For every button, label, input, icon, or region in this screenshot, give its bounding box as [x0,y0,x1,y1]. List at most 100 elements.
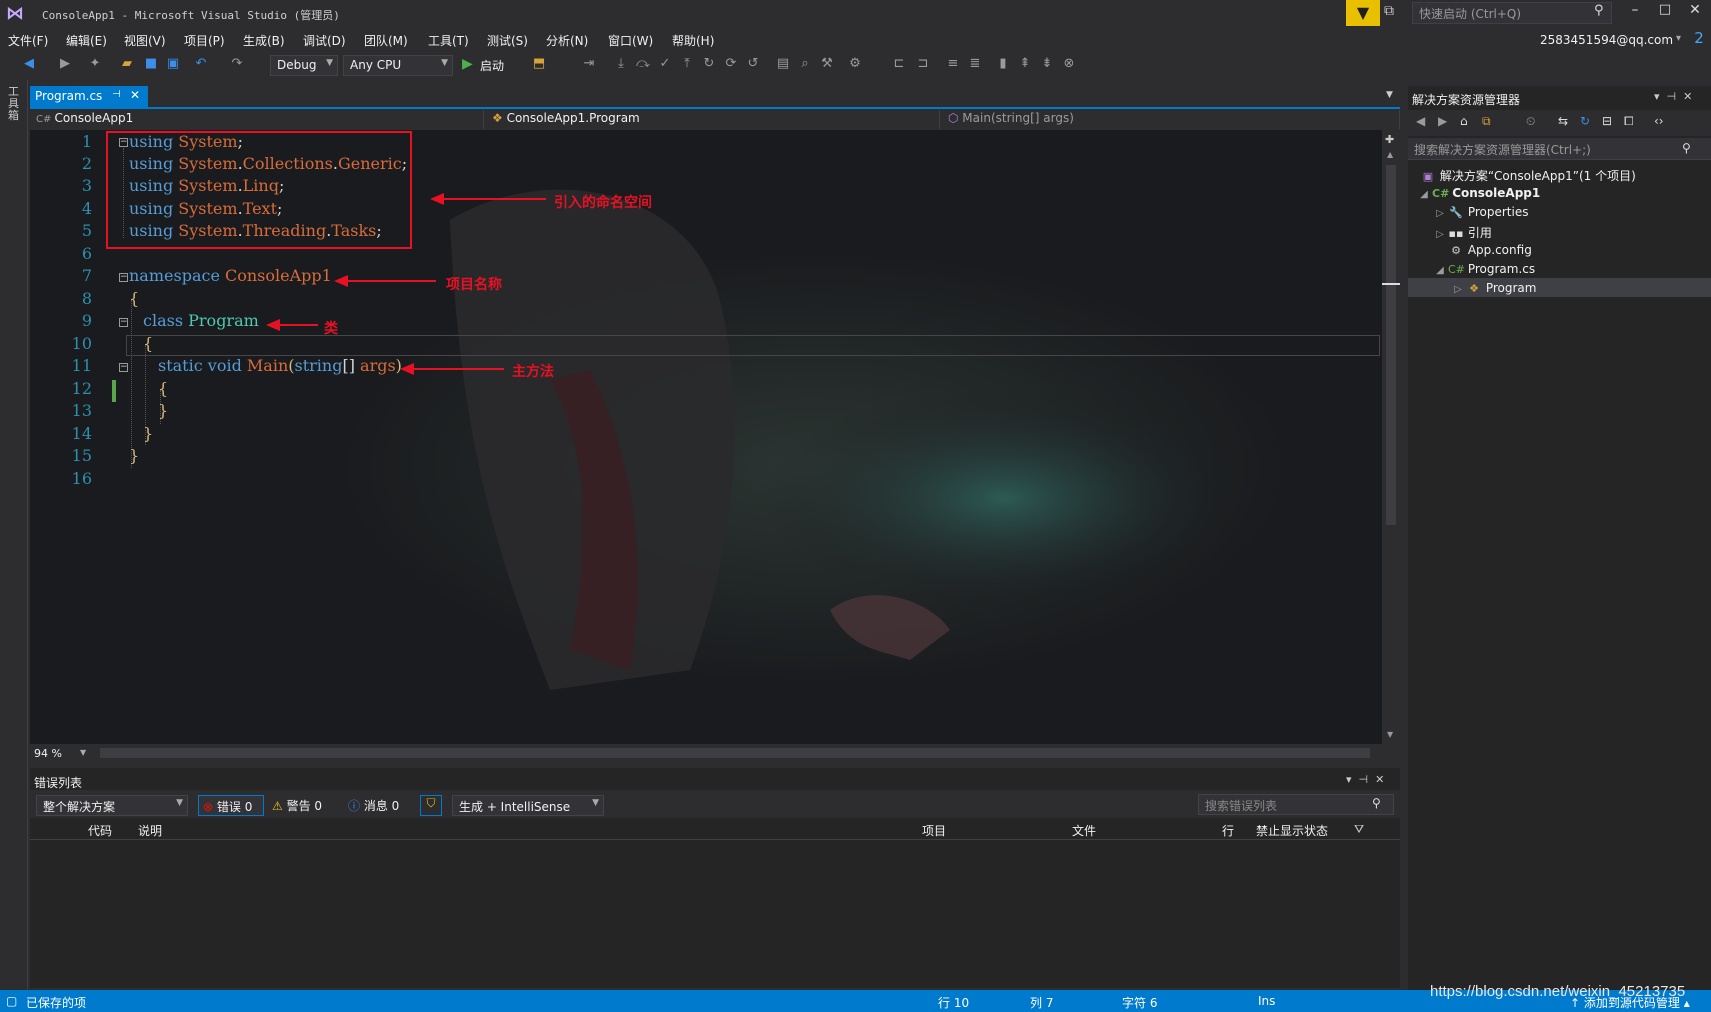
menu-build[interactable]: 生成(B) [243,32,285,49]
step-into-icon[interactable]: ⤓ [612,56,630,71]
tree-item-solution[interactable]: ▣ 解决方案“ConsoleApp1”(1 个项目) [1420,167,1636,184]
menu-view[interactable]: 视图(V) [124,32,166,49]
save-icon[interactable]: ■ [142,56,160,71]
account-name[interactable]: 2583451594@qq.com [1540,33,1673,47]
menu-test[interactable]: 测试(S) [487,32,528,49]
platform-select[interactable]: Any CPU ▼ [343,55,453,76]
tree-item-properties[interactable]: ▷ 🔧 Properties [1432,205,1528,219]
chevron-down-icon[interactable]: ▾ [1676,33,1681,44]
forward-icon[interactable]: ▶ [56,56,74,71]
browser-link-icon[interactable]: ⬒ [530,56,548,71]
scrollbar-thumb[interactable] [1386,165,1396,525]
menu-edit[interactable]: 编辑(E) [66,32,107,49]
column-filter-icon[interactable]: ⛛ [1354,822,1364,837]
pin-icon[interactable]: ⊣ [112,89,121,100]
filter-icon[interactable]: ⛉ [420,795,442,816]
tree-item-project[interactable]: ◢ C# ConsoleApp1 [1416,186,1540,200]
column-file[interactable]: 文件 [1072,822,1096,839]
collapse-icon[interactable]: − [119,273,128,282]
clear-bookmarks-icon[interactable]: ⊗ [1060,56,1078,71]
horizontal-scrollbar-thumb[interactable] [100,748,1370,758]
tree-item-program-class[interactable]: ▷ ❖ Program [1450,281,1536,295]
restart-icon[interactable]: ⟳ [722,56,740,71]
tree-item-app-config[interactable]: ⚙ App.config [1432,243,1532,257]
new-project-icon[interactable]: ✦ [86,56,104,71]
menu-debug[interactable]: 调试(D) [303,32,346,49]
expanded-icon[interactable]: ◢ [1432,265,1448,276]
wrench-icon[interactable]: ⚒ [818,56,836,71]
column-description[interactable]: 说明 [138,822,162,839]
uncomment-icon[interactable]: ⊐ [914,56,932,71]
indent-icon[interactable]: ≡ [944,56,962,71]
step-out-icon[interactable]: ⤒ [678,56,696,71]
error-source-select[interactable]: 生成 + IntelliSense ▼ [452,795,604,816]
expanded-icon[interactable]: ◢ [1416,189,1432,200]
menu-analyze[interactable]: 分析(N) [546,32,588,49]
menu-file[interactable]: 文件(F) [8,32,48,49]
back-icon[interactable]: ◀ [20,56,38,71]
close-window-button[interactable]: ✕ [1682,2,1708,24]
column-suppression[interactable]: 禁止显示状态 [1256,822,1328,839]
outdent-icon[interactable]: ≣ [966,56,984,71]
step-icon[interactable]: ⇥ [580,56,598,71]
back-icon[interactable]: ◀ [1416,114,1425,128]
column-line[interactable]: 行 [1222,822,1234,839]
tree-item-references[interactable]: ▷ ▪▪ 引用 [1432,224,1492,241]
feedback-icon[interactable]: ⧉ [1384,3,1406,23]
menu-help[interactable]: 帮助(H) [672,32,714,49]
home-icon[interactable]: ⌂ [1460,114,1468,128]
notification-filter-icon[interactable]: ▼ [1346,0,1380,26]
open-file-icon[interactable]: ▰ [118,56,136,71]
split-view-icon[interactable]: ✚ [1385,133,1394,146]
menu-team[interactable]: 团队(M) [364,32,408,49]
switch-views-icon[interactable]: ⧉ [1482,114,1491,129]
refresh-icon[interactable]: ↻ [700,56,718,71]
solution-search-input[interactable]: 搜索解决方案资源管理器(Ctrl+;) [1408,138,1711,160]
check-icon[interactable]: ✓ [656,56,674,71]
find-icon[interactable]: ⌕ [796,56,814,71]
notification-count[interactable]: 2 [1690,29,1708,49]
pending-changes-icon[interactable]: ⏲ [1526,114,1535,129]
layout-icon[interactable]: ▤ [774,56,792,71]
chevron-right-icon[interactable]: ▷ [1432,229,1448,240]
forward-icon[interactable]: ▶ [1438,114,1447,128]
chevron-down-icon[interactable]: ▼ [1386,90,1393,100]
undo-icon[interactable]: ↶ [192,56,210,71]
panel-controls[interactable]: ▾ ⊣ ✕ [1654,90,1692,103]
error-search-input[interactable]: 搜索错误列表 [1198,794,1394,815]
minimize-button[interactable]: – [1622,2,1648,24]
sync-icon[interactable]: ⇆ [1558,114,1568,128]
menu-tools[interactable]: 工具(T) [428,32,469,49]
nav-project-select[interactable]: C# ConsoleApp1 [32,110,484,129]
column-project[interactable]: 项目 [922,822,946,839]
toolbox-tab[interactable]: 工具箱 [8,86,22,122]
search-icon[interactable]: ⚲ [1682,141,1691,155]
next-bookmark-icon[interactable]: ⇟ [1038,56,1056,71]
maximize-button[interactable]: □ [1652,2,1678,24]
close-icon[interactable]: ✕ [130,88,140,102]
view-code-icon[interactable]: ‹› [1654,114,1664,128]
scroll-up-icon[interactable]: ▲ [1387,150,1393,159]
scroll-down-icon[interactable]: ▼ [1387,730,1393,739]
chevron-right-icon[interactable]: ▷ [1432,208,1448,219]
chevron-right-icon[interactable]: ▷ [1450,284,1466,295]
errors-filter-button[interactable]: ⊗ 错误 0 [198,795,264,816]
nav-member-select[interactable]: ⬡ Main(string[] args) [944,110,1400,129]
column-code[interactable]: 代码 [88,822,112,839]
refresh-icon[interactable]: ↻ [1580,114,1590,128]
menu-window[interactable]: 窗口(W) [608,32,653,49]
prev-bookmark-icon[interactable]: ⇞ [1016,56,1034,71]
collapse-icon[interactable]: − [119,318,128,327]
chevron-down-icon[interactable]: ▼ [80,748,86,757]
tree-item-program-cs[interactable]: ◢ C# Program.cs [1432,262,1535,276]
panel-controls[interactable]: ▾ ⊣ ✕ [1346,773,1384,786]
collapse-icon[interactable]: − [119,363,128,372]
bookmark-icon[interactable]: ▮ [994,56,1012,71]
start-button[interactable]: 启动 [480,57,504,74]
search-icon[interactable]: ⚲ [1594,3,1604,18]
quick-launch-input[interactable]: 快速启动 (Ctrl+Q) [1412,2,1612,24]
menu-project[interactable]: 项目(P) [184,32,225,49]
zoom-level[interactable]: 94 % [34,747,62,760]
nav-class-select[interactable]: ❖ ConsoleApp1.Program [488,110,940,129]
save-all-icon[interactable]: ▣ [164,56,182,71]
